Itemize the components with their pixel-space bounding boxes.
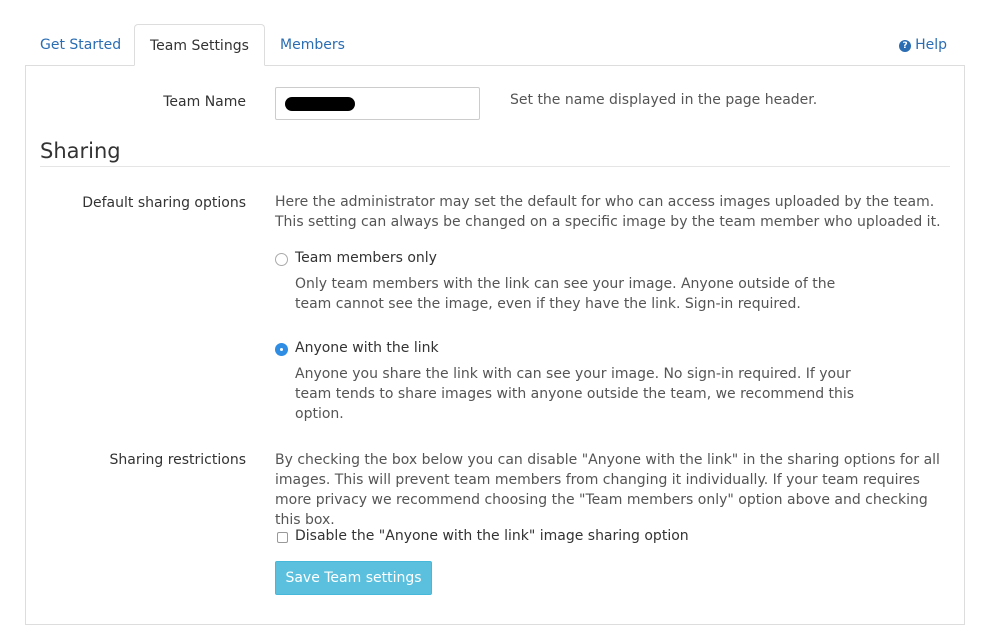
- radio-anyone-with-link[interactable]: [275, 343, 288, 356]
- sharing-restrictions-label: Sharing restrictions: [109, 452, 247, 468]
- tab-team-settings[interactable]: Team Settings: [134, 24, 265, 66]
- disable-anyone-link-label[interactable]: Disable the "Anyone with the link" image…: [295, 528, 689, 544]
- help-link[interactable]: ? Help: [899, 24, 947, 66]
- question-circle-icon: ?: [899, 40, 912, 52]
- tab-bar: Get Started Team Settings Members ? Help: [25, 24, 965, 66]
- help-label: Help: [915, 37, 947, 53]
- save-team-settings-button[interactable]: Save Team settings: [275, 561, 432, 595]
- team-name-input[interactable]: [275, 87, 480, 120]
- team-name-hint: Set the name displayed in the page heade…: [510, 92, 818, 108]
- team-name-label: Team Name: [163, 94, 246, 110]
- redacted-value: [285, 97, 355, 111]
- tab-members[interactable]: Members: [265, 24, 360, 66]
- option-description-anyone-with-link: Anyone you share the link with can see y…: [295, 366, 855, 422]
- option-label-team-members-only[interactable]: Team members only: [295, 250, 437, 266]
- default-sharing-label: Default sharing options: [82, 195, 246, 211]
- sharing-restrictions-description: By checking the box below you can disabl…: [275, 452, 940, 528]
- team-settings-panel: Team Name Set the name displayed in the …: [25, 65, 965, 625]
- option-description-team-members-only: Only team members with the link can see …: [295, 276, 836, 312]
- radio-team-members-only[interactable]: [275, 253, 288, 266]
- tab-get-started[interactable]: Get Started: [25, 24, 136, 66]
- section-title-sharing: Sharing: [40, 139, 121, 163]
- section-divider: [40, 166, 950, 167]
- default-sharing-description: Here the administrator may set the defau…: [275, 194, 941, 230]
- option-label-anyone-with-link[interactable]: Anyone with the link: [295, 340, 439, 356]
- disable-anyone-link-checkbox[interactable]: [277, 532, 288, 543]
